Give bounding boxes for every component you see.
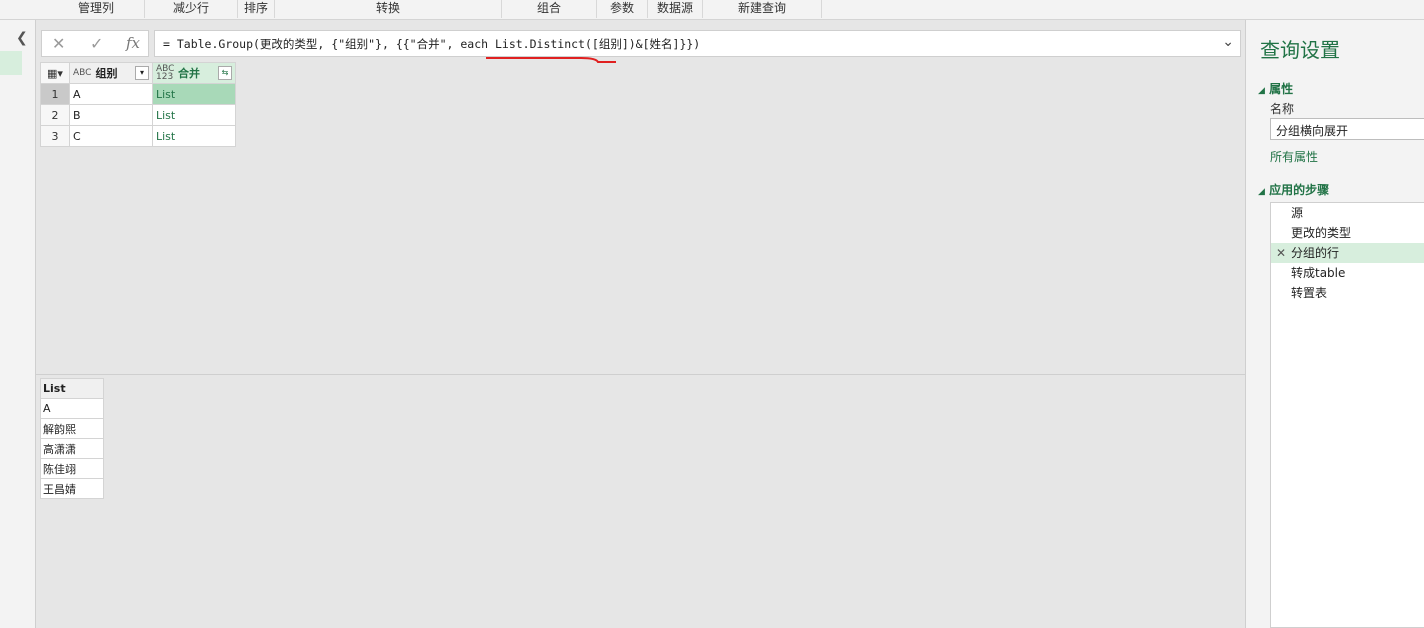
step-grouped-rows[interactable]: ✕ 分组的行 xyxy=(1271,243,1424,263)
cancel-icon[interactable]: ✕ xyxy=(52,34,65,53)
annotation-underline xyxy=(486,57,616,63)
collapse-triangle-icon[interactable]: ◢ xyxy=(1258,187,1265,197)
column-name: 合并 xyxy=(178,67,200,80)
text-type-icon[interactable]: ABC xyxy=(73,69,91,78)
list-preview: List A 解韵煕 高潇潇 陈佳翊 王昌婧 xyxy=(40,378,104,499)
step-label: 分组的行 xyxy=(1291,246,1340,260)
list-item: 王昌婧 xyxy=(40,478,104,499)
ribbon-group-manage-columns[interactable]: 管理列 xyxy=(48,0,145,18)
formula-bar[interactable]: = Table.Group(更改的类型, {"组别"}, {{"合并", eac… xyxy=(154,30,1241,57)
row-number[interactable]: 1 xyxy=(40,83,70,105)
list-item: 陈佳翊 xyxy=(40,458,104,479)
collapse-triangle-icon[interactable]: ◢ xyxy=(1258,86,1265,96)
query-name-input[interactable]: 分组横向展开 xyxy=(1270,118,1424,140)
cell-list-link[interactable]: List xyxy=(152,83,236,105)
all-properties-link[interactable]: 所有属性 xyxy=(1270,148,1318,165)
cell-group[interactable]: C xyxy=(69,125,153,147)
selected-query-indicator[interactable] xyxy=(0,51,22,75)
chevron-down-icon[interactable]: ⌄ xyxy=(1222,34,1234,50)
delete-step-icon[interactable]: ✕ xyxy=(1276,243,1286,263)
properties-label: 属性 xyxy=(1269,82,1294,96)
check-icon[interactable]: ✓ xyxy=(90,34,103,53)
list-item: A xyxy=(40,398,104,419)
step-transpose[interactable]: 转置表 xyxy=(1271,283,1424,303)
ribbon-group-data-sources[interactable]: 数据源 xyxy=(648,0,703,18)
table-menu-icon[interactable]: ▦▾ xyxy=(40,62,70,84)
step-changed-type[interactable]: 更改的类型 xyxy=(1271,223,1424,243)
list-item: 解韵煕 xyxy=(40,418,104,439)
queries-pane-collapsed: ❮ xyxy=(0,20,36,628)
column-filter-button[interactable]: ▾ xyxy=(135,66,149,80)
table-row: 2 B List xyxy=(40,104,236,126)
ribbon-group-parameters[interactable]: 参数 xyxy=(597,0,648,18)
ribbon-group-transform[interactable]: 转换 xyxy=(275,0,502,18)
list-item: 高潇潇 xyxy=(40,438,104,459)
cell-list-link[interactable]: List xyxy=(152,104,236,126)
table-row: 3 C List xyxy=(40,125,236,147)
properties-section[interactable]: ◢ 属性 xyxy=(1258,80,1293,97)
ribbon: 管理列 减少行 排序 转换 组合 参数 数据源 新建查询 xyxy=(0,0,1424,20)
column-header-merge[interactable]: ABC 123 合并 ⇆ xyxy=(152,62,236,84)
column-name: 组别 xyxy=(95,67,118,80)
cell-list-link[interactable]: List xyxy=(152,125,236,147)
ribbon-group-new-query[interactable]: 新建查询 xyxy=(703,0,822,18)
data-grid: ▦▾ ABC 组别 ▾ ABC 123 合并 ⇆ 1 A List 2 B Li… xyxy=(40,62,236,147)
any-type-icon[interactable]: ABC 123 xyxy=(156,65,174,82)
ribbon-group-sort[interactable]: 排序 xyxy=(238,0,275,18)
name-label: 名称 xyxy=(1270,102,1295,116)
step-to-table[interactable]: 转成table xyxy=(1271,263,1424,283)
chevron-left-icon[interactable]: ❮ xyxy=(16,30,28,46)
applied-steps-section[interactable]: ◢ 应用的步骤 xyxy=(1258,181,1329,198)
row-number[interactable]: 3 xyxy=(40,125,70,147)
row-number[interactable]: 2 xyxy=(40,104,70,126)
expand-column-button[interactable]: ⇆ xyxy=(218,66,232,80)
preview-splitter[interactable] xyxy=(36,374,1245,375)
table-row: 1 A List xyxy=(40,83,236,105)
formula-buttons: ✕ ✓ fx xyxy=(41,30,149,57)
applied-steps-list: 源 更改的类型 ✕ 分组的行 转成table 转置表 xyxy=(1270,202,1424,628)
step-source[interactable]: 源 xyxy=(1271,203,1424,223)
ribbon-group-reduce-rows[interactable]: 减少行 xyxy=(145,0,238,18)
fx-icon[interactable]: fx xyxy=(126,34,140,52)
formula-text[interactable]: = Table.Group(更改的类型, {"组别"}, {{"合并", eac… xyxy=(163,36,700,52)
preview-header: List xyxy=(40,378,104,399)
cell-group[interactable]: A xyxy=(69,83,153,105)
query-settings-title: 查询设置 xyxy=(1260,38,1340,62)
applied-steps-label: 应用的步骤 xyxy=(1269,183,1330,197)
query-settings-pane: 查询设置 ◢ 属性 名称 分组横向展开 所有属性 ◢ 应用的步骤 源 更改的类型… xyxy=(1245,20,1424,628)
ribbon-group-combine[interactable]: 组合 xyxy=(502,0,597,18)
cell-group[interactable]: B xyxy=(69,104,153,126)
column-header-group[interactable]: ABC 组别 ▾ xyxy=(69,62,153,84)
